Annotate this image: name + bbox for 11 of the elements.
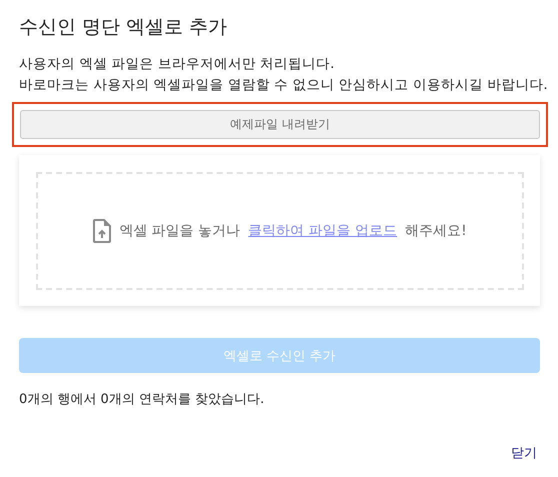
drop-zone[interactable]: 엑셀 파일을 놓거나 클릭하여 파일을 업로드 해주세요! <box>36 172 524 290</box>
drop-zone-text: 엑셀 파일을 놓거나 <box>119 222 240 240</box>
description-text: 사용자의 엑셀 파일은 브라우저에서만 처리됩니다. <box>19 55 336 74</box>
upload-link[interactable]: 클릭하여 파일을 업로드 <box>248 222 398 240</box>
status-text: 0개의 행에서 0개의 연락처를 찾았습니다. <box>19 391 266 408</box>
close-link[interactable]: 닫기 <box>511 444 537 462</box>
download-button[interactable]: 예제파일 내려받기 <box>20 110 540 139</box>
description-text: 바로마크는 사용자의 엑셀파일을 열람할 수 없으니 안심하시고 이용하시길 바랍니다. <box>19 76 549 95</box>
dialog-title: 수신인 명단 엑셀로 추가 <box>19 15 228 40</box>
file-upload-icon <box>93 219 112 243</box>
drop-zone-text: 해주세요! <box>405 222 467 240</box>
